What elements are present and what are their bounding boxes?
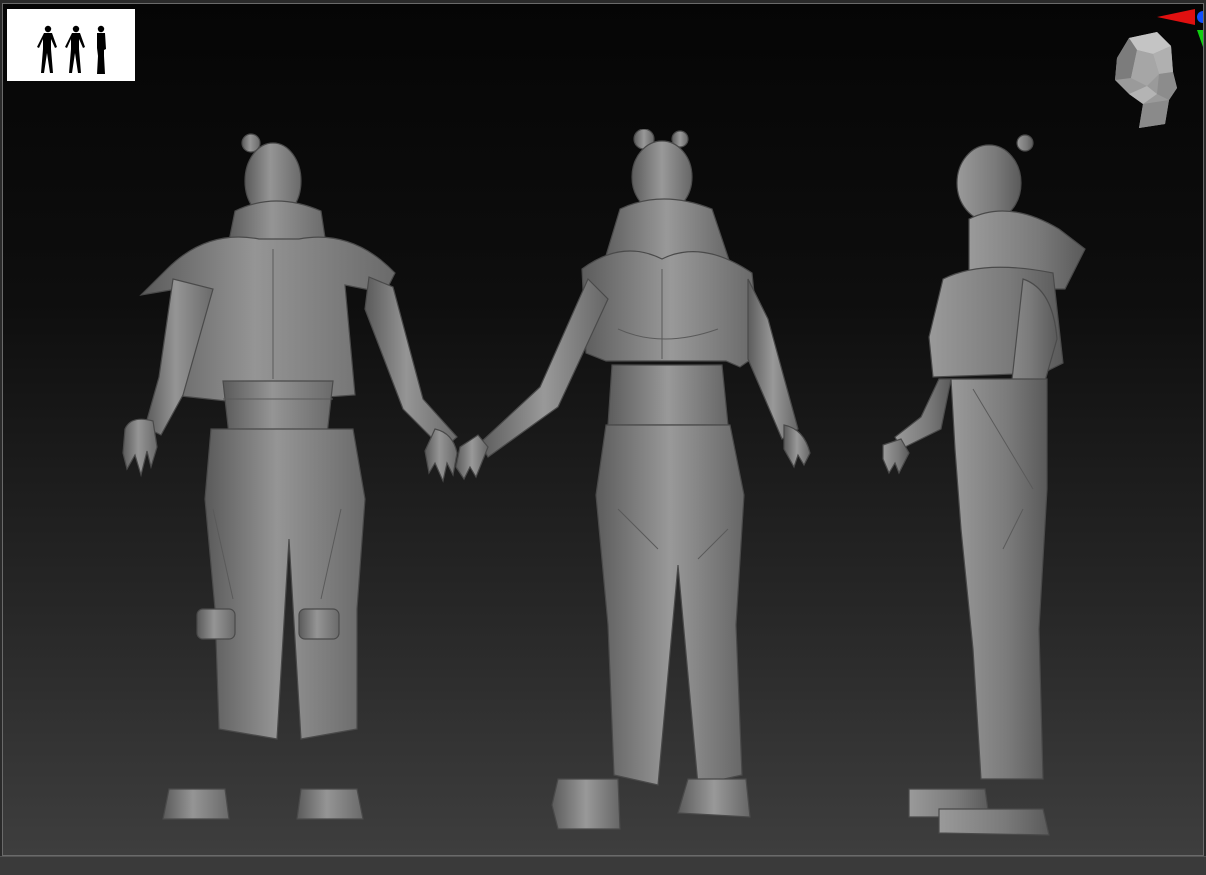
3d-viewport[interactable] (2, 3, 1204, 856)
model-side-view[interactable] (873, 129, 1103, 844)
model-front-view[interactable] (73, 129, 483, 829)
three-figure-silhouette-icon (37, 25, 106, 74)
axis-gizmo[interactable] (1157, 8, 1203, 68)
model-back-view[interactable] (448, 129, 838, 839)
axis-gizmo-icon (1157, 9, 1203, 47)
bottom-status-bar (0, 856, 1206, 875)
thumbnail-view[interactable] (7, 9, 135, 81)
